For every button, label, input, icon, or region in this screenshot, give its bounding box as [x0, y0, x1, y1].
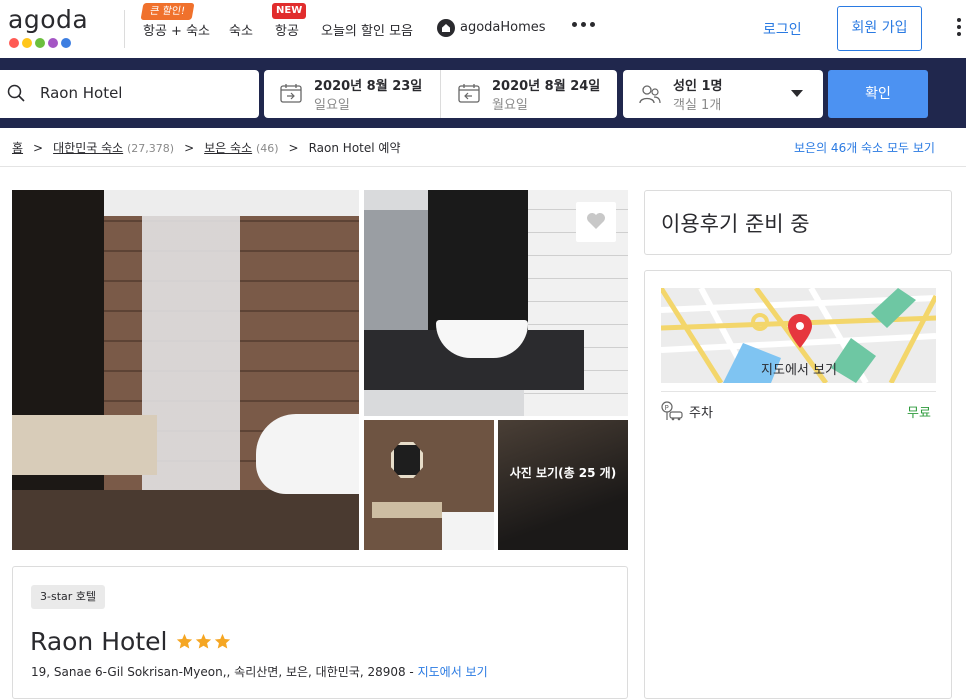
star-icon — [176, 633, 193, 649]
guests-icon — [639, 85, 661, 104]
address-map-link[interactable]: 지도에서 보기 — [418, 665, 488, 679]
search-submit-button[interactable]: 확인 — [828, 70, 928, 118]
date-divider — [440, 70, 441, 118]
parking-icon: P — [661, 401, 683, 421]
guests-rooms: 객실 1개 — [673, 98, 722, 113]
agoda-logo[interactable]: agoda — [8, 7, 88, 51]
amenity-value: 무료 — [907, 406, 931, 421]
nav-flights[interactable]: 항공 — [275, 20, 299, 39]
checkout-date: 2020년 8월 24일 — [492, 79, 601, 94]
logo-dots — [9, 38, 71, 48]
checkin-date: 2020년 8월 23일 — [314, 79, 423, 94]
guests-adults: 성인 1명 — [673, 79, 723, 94]
breadcrumb-divider — [0, 166, 966, 167]
nav-divider — [124, 10, 125, 48]
homes-icon — [437, 19, 455, 37]
view-photos-tile[interactable] — [498, 420, 628, 550]
guests-field[interactable]: 성인 1명 객실 1개 — [623, 70, 823, 118]
breadcrumb-city[interactable]: 보은 숙소 — [204, 141, 252, 155]
nav-agoda-homes[interactable]: agodaHomes — [460, 20, 546, 35]
favorite-button[interactable] — [576, 202, 616, 242]
breadcrumb-city-count: (46) — [255, 142, 279, 155]
login-link[interactable]: 로그인 — [763, 19, 802, 39]
date-picker[interactable]: 2020년 8월 23일 일요일 2020년 8월 24일 월요일 — [264, 70, 617, 118]
map-card: 지도에서 보기 P 주차 무료 — [644, 270, 952, 699]
breadcrumb-country-count: (27,378) — [127, 142, 175, 155]
new-badge: NEW — [272, 3, 307, 19]
chevron-down-icon[interactable] — [791, 90, 803, 97]
heart-icon — [587, 213, 605, 229]
review-status: 이용후기 준비 중 — [661, 212, 810, 236]
nav-flight-hotel[interactable]: 항공 + 숙소 — [143, 20, 210, 39]
address-text: 19, Sanae 6-Gil Sokrisan-Myeon,, 속리산면, 보… — [31, 665, 418, 679]
star-icon — [214, 633, 231, 649]
hotel-name: Raon Hotel — [30, 627, 168, 656]
nav-deals[interactable]: 오늘의 할인 모음 — [321, 20, 413, 39]
destination-field[interactable]: Raon Hotel — [0, 70, 259, 118]
main-photo[interactable] — [12, 190, 359, 550]
vanity-photo[interactable] — [364, 420, 494, 550]
kebab-menu-icon[interactable] — [957, 18, 961, 36]
more-icon[interactable] — [572, 22, 595, 27]
destination-value: Raon Hotel — [40, 84, 123, 102]
breadcrumb-home[interactable]: 홈 — [12, 141, 23, 155]
checkout-day: 월요일 — [492, 98, 528, 113]
map-thumbnail[interactable]: 지도에서 보기 — [661, 288, 936, 383]
view-photos-label[interactable]: 사진 보기(총 25 개) — [498, 462, 628, 484]
checkout-calendar-icon — [458, 84, 480, 103]
map-view-label[interactable]: 지도에서 보기 — [689, 359, 909, 378]
checkin-calendar-icon — [280, 84, 302, 103]
checkin-day: 일요일 — [314, 98, 350, 113]
breadcrumb-country[interactable]: 대한민국 숙소 — [53, 141, 123, 155]
top-navigation: agoda 큰 할인! 항공 + 숙소 숙소 NEW 항공 오늘의 할인 모음 … — [0, 0, 966, 58]
sale-badge: 큰 할인! — [140, 3, 195, 20]
logo-wordmark: agoda — [8, 5, 89, 34]
search-bar: Raon Hotel 2020년 8월 23일 일요일 2020년 8월 24일… — [0, 58, 966, 128]
review-card: 이용후기 준비 중 — [644, 190, 952, 255]
hotel-address: 19, Sanae 6-Gil Sokrisan-Myeon,, 속리산면, 보… — [31, 663, 488, 680]
star-rating — [176, 633, 231, 650]
map-divider — [661, 391, 936, 392]
star-icon — [195, 633, 212, 649]
breadcrumb: 홈 > 대한민국 숙소 (27,378) > 보은 숙소 (46) > Raon Hotel… — [12, 141, 401, 155]
hotel-info-card: 3-star 호텔 Raon Hotel 19, Sanae 6-Gil Sok… — [12, 566, 628, 699]
category-badge: 3-star 호텔 — [31, 585, 106, 609]
svg-text:P: P — [665, 404, 669, 412]
breadcrumb-current: Raon Hotel 예약 — [308, 141, 401, 155]
nav-accommodation[interactable]: 숙소 — [229, 20, 253, 39]
search-icon — [7, 84, 25, 102]
see-all-properties-link[interactable]: 보은의 46개 숙소 모두 보기 — [794, 139, 935, 156]
signup-button[interactable]: 회원 가입 — [837, 6, 922, 51]
amenity-label: 주차 — [689, 406, 713, 421]
